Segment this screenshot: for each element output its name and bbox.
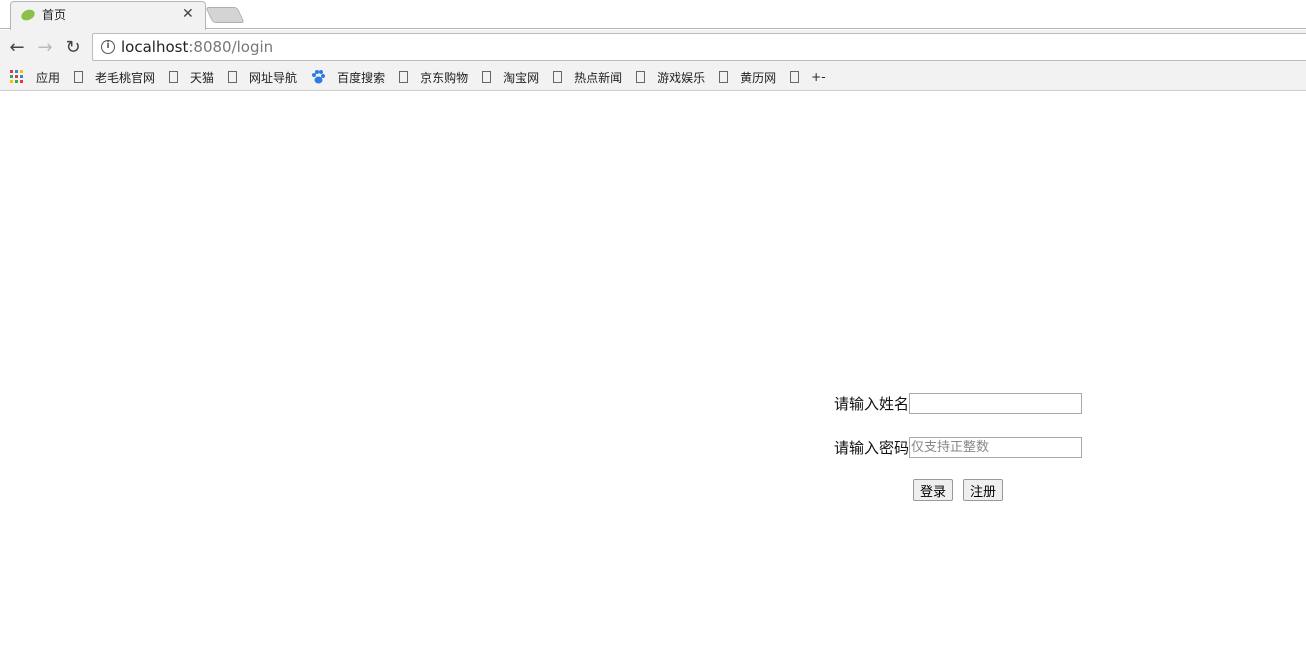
tab-strip: 首页 ✕ — [0, 0, 1306, 29]
bookmark-item[interactable]: 热点新闻 — [553, 69, 622, 86]
apps-grid-icon — [10, 70, 24, 84]
bookmark-label: 老毛桃官网 — [95, 69, 155, 86]
forward-icon[interactable]: → — [34, 36, 56, 58]
bookmark-label: 京东购物 — [420, 69, 468, 86]
bookmark-item[interactable]: 京东购物 — [399, 69, 468, 86]
toolbar: ← → ↻ i localhost:8080/login — [0, 30, 1306, 64]
bookmark-label: 游戏娱乐 — [657, 69, 705, 86]
back-icon[interactable]: ← — [6, 36, 28, 58]
url-path: :8080/login — [188, 38, 273, 56]
bookmark-item[interactable]: 网址导航 — [228, 69, 297, 86]
login-form: 请输入姓名 请输入密码 登录 注册 — [834, 393, 1082, 481]
bookmark-label: 网址导航 — [249, 69, 297, 86]
bookmark-item[interactable]: 淘宝网 — [482, 69, 539, 86]
file-icon — [399, 71, 408, 83]
bookmark-item[interactable]: 百度搜索 — [311, 69, 385, 86]
file-icon — [553, 71, 562, 83]
url-host: localhost — [121, 38, 188, 56]
new-tab-button[interactable] — [205, 7, 244, 23]
bookmark-item[interactable]: 天猫 — [169, 69, 214, 86]
tab-title: 首页 — [42, 6, 66, 23]
bookmark-label: 黄历网 — [740, 69, 776, 86]
file-icon — [719, 71, 728, 83]
name-input[interactable] — [909, 393, 1082, 414]
bookmark-label: 淘宝网 — [503, 69, 539, 86]
info-icon[interactable]: i — [101, 40, 115, 54]
bookmark-item[interactable]: 游戏娱乐 — [636, 69, 705, 86]
file-icon — [482, 71, 491, 83]
tab-content: 首页 — [20, 6, 66, 23]
password-input[interactable] — [909, 437, 1082, 458]
spring-leaf-icon — [20, 8, 36, 22]
baidu-paw-icon — [311, 70, 325, 84]
bookmark-apps[interactable]: 应用 — [10, 69, 60, 86]
address-bar[interactable]: i localhost:8080/login — [92, 33, 1306, 61]
bookmark-item[interactable]: 老毛桃官网 — [74, 69, 155, 86]
bookmark-item[interactable]: +- — [790, 70, 825, 84]
bookmarks-bar: 应用 老毛桃官网 天猫 网址导航 百度搜索 京东购物 淘宝网 热点新闻 游戏娱乐… — [0, 64, 1306, 91]
file-icon — [636, 71, 645, 83]
file-icon — [228, 71, 237, 83]
bookmark-label: +- — [811, 70, 825, 84]
bookmark-label: 天猫 — [190, 69, 214, 86]
file-icon — [74, 71, 83, 83]
reload-icon[interactable]: ↻ — [62, 36, 84, 58]
name-label: 请输入姓名 — [834, 393, 909, 414]
bookmark-item[interactable]: 黄历网 — [719, 69, 776, 86]
file-icon — [169, 71, 178, 83]
bookmark-label: 应用 — [36, 69, 60, 86]
bookmark-label: 热点新闻 — [574, 69, 622, 86]
password-label: 请输入密码 — [834, 437, 909, 458]
bookmark-label: 百度搜索 — [337, 69, 385, 86]
file-icon — [790, 71, 799, 83]
close-tab-icon[interactable]: ✕ — [182, 6, 194, 22]
register-button[interactable]: 注册 — [963, 479, 1003, 501]
login-button[interactable]: 登录 — [913, 479, 953, 501]
